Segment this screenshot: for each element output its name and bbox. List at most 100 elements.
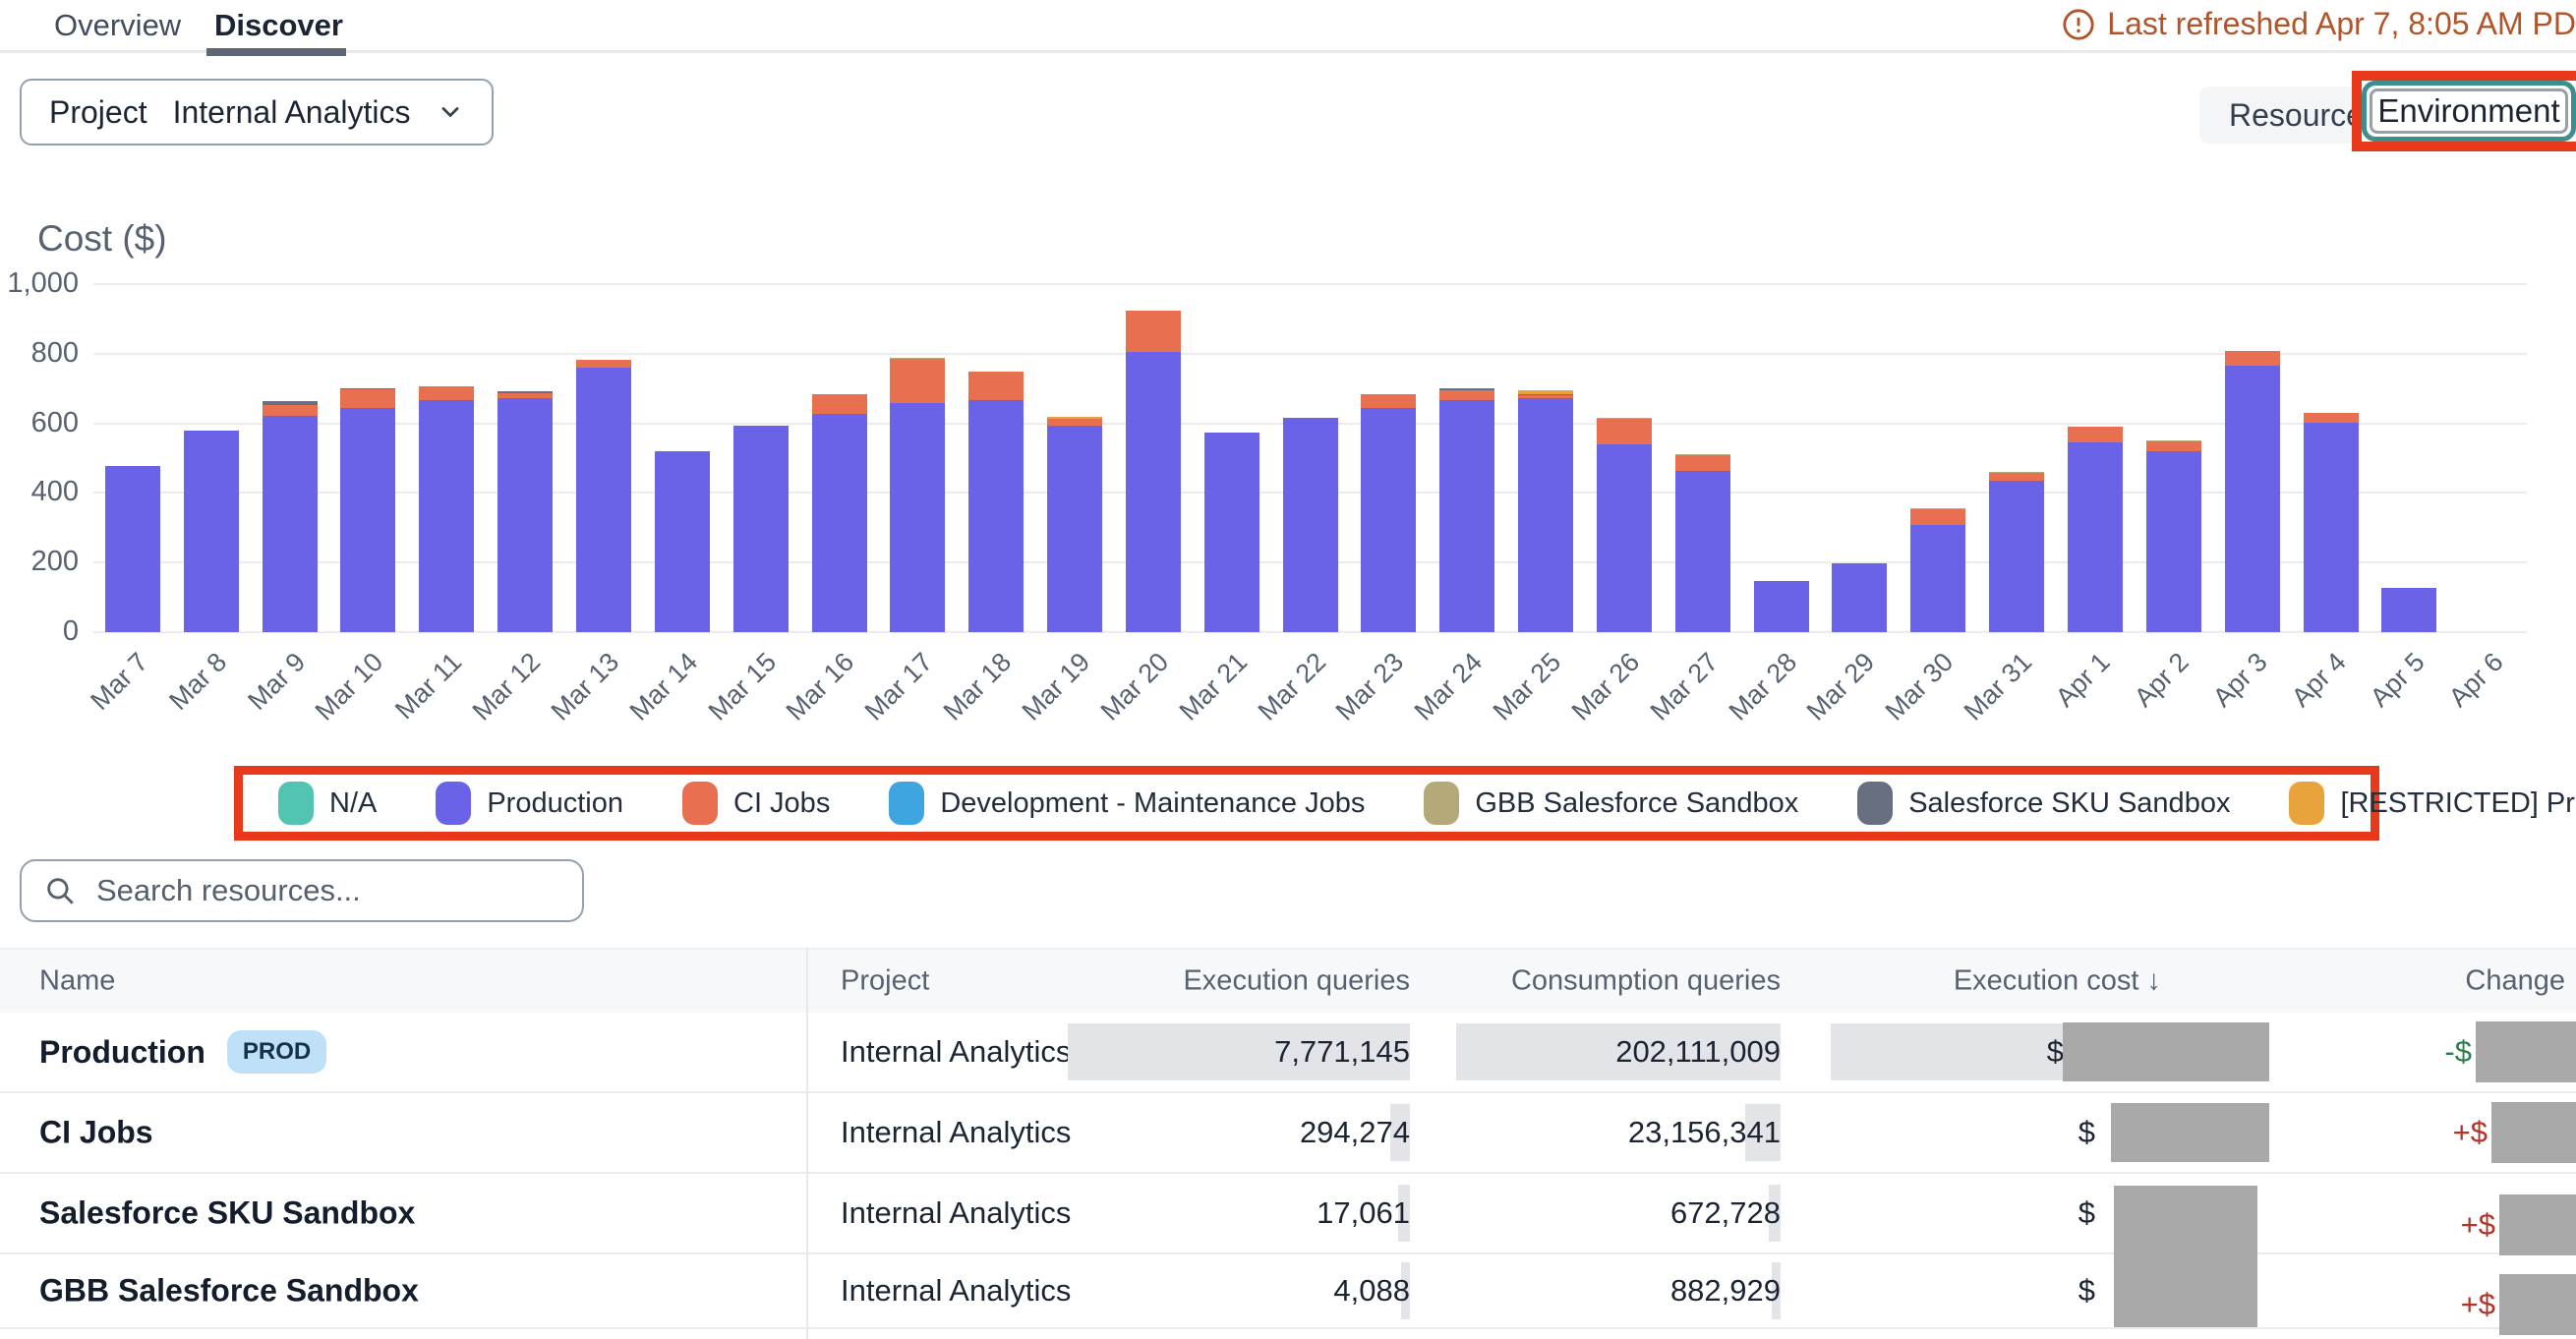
- redaction-box-change: [2491, 1102, 2576, 1163]
- x-axis-label: Apr 5: [2365, 647, 2431, 714]
- execution-queries-cell: 7,771,145: [1274, 1034, 1410, 1070]
- legend-item[interactable]: CI Jobs: [682, 782, 830, 825]
- bar-segment-production: [1597, 444, 1652, 633]
- stacked-bar[interactable]: [2381, 588, 2436, 632]
- x-axis-label: Mar 9: [242, 647, 312, 717]
- project-cell: Internal Analytics: [841, 1195, 1071, 1231]
- stacked-bar[interactable]: [105, 466, 160, 632]
- project-filter-dropdown[interactable]: Project Internal Analytics: [20, 79, 494, 146]
- stacked-bar[interactable]: [655, 451, 710, 632]
- legend-item[interactable]: Development - Maintenance Jobs: [889, 782, 1365, 825]
- stacked-bar[interactable]: [1989, 472, 2044, 632]
- stacked-bar[interactable]: [2225, 351, 2280, 632]
- legend-item[interactable]: [RESTRICTED] Prod XL -- Full-Refresh job…: [2289, 782, 2576, 825]
- legend-item[interactable]: Salesforce SKU Sandbox: [1857, 782, 2230, 825]
- resource-name[interactable]: GBB Salesforce Sandbox: [39, 1273, 419, 1310]
- stacked-bar[interactable]: [1361, 394, 1416, 632]
- legend-label: GBB Salesforce Sandbox: [1475, 787, 1798, 820]
- stacked-bar[interactable]: [2068, 427, 2123, 632]
- stacked-bar[interactable]: [1439, 388, 1494, 632]
- stacked-bar[interactable]: [1597, 418, 1652, 632]
- stacked-bar[interactable]: [1832, 563, 1887, 632]
- stacked-bar[interactable]: [498, 391, 553, 632]
- resource-name[interactable]: ProductionPROD: [39, 1030, 326, 1074]
- x-axis-label: Mar 7: [85, 647, 154, 717]
- bar-segment-production: [498, 398, 553, 632]
- stacked-bar[interactable]: [1283, 418, 1338, 632]
- legend-item[interactable]: GBB Salesforce Sandbox: [1424, 782, 1798, 825]
- table-column-divider: [806, 948, 808, 1339]
- stacked-bar[interactable]: [733, 426, 789, 632]
- column-header-project[interactable]: Project: [841, 965, 929, 998]
- bar-segment-ci_jobs: [1675, 455, 1730, 471]
- stacked-bar[interactable]: [968, 372, 1024, 632]
- environment-annotation-box: Environment: [2352, 71, 2576, 151]
- stacked-bar[interactable]: [419, 386, 474, 632]
- tab-discover[interactable]: Discover: [214, 8, 343, 43]
- column-header-execution-cost[interactable]: Execution cost ↓: [1954, 965, 2161, 998]
- bar-slot-mar-22: [1271, 284, 1350, 632]
- execution-queries-cell: 294,274: [1300, 1115, 1410, 1150]
- legend-item[interactable]: N/A: [278, 782, 377, 825]
- environment-toggle-button[interactable]: Environment: [2370, 88, 2568, 134]
- table-row[interactable]: ProductionPRODInternal Analytics7,771,14…: [0, 1013, 2576, 1093]
- column-header-name[interactable]: Name: [39, 965, 115, 998]
- bar-segment-production: [1910, 525, 1965, 632]
- project-filter-label: Project: [49, 94, 147, 131]
- environment-selected-border: Environment: [2362, 81, 2576, 142]
- stacked-bar[interactable]: [1126, 311, 1181, 632]
- resource-name-text: Production: [39, 1034, 205, 1071]
- stacked-bar[interactable]: [263, 401, 318, 632]
- search-input[interactable]: [96, 873, 560, 908]
- stacked-bar[interactable]: [184, 431, 239, 632]
- bar-segment-production: [1126, 352, 1181, 632]
- bar-segment-production: [1361, 408, 1416, 632]
- bar-segment-ci_jobs: [1361, 394, 1416, 407]
- stacked-bar[interactable]: [1518, 390, 1573, 632]
- table-row[interactable]: CI JobsInternal Analytics294,27423,156,3…: [0, 1093, 2576, 1174]
- search-box[interactable]: [20, 859, 584, 922]
- resource-name[interactable]: CI Jobs: [39, 1115, 153, 1151]
- stacked-bar[interactable]: [1047, 417, 1102, 632]
- bar-slot-mar-21: [1193, 284, 1271, 632]
- project-cell: Internal Analytics: [841, 1115, 1071, 1150]
- execution-cost-cell: $: [2078, 1115, 2095, 1150]
- y-axis-tick: 400: [0, 476, 79, 508]
- stacked-bar[interactable]: [1204, 433, 1259, 632]
- bar-segment-production: [1439, 400, 1494, 632]
- stacked-bar[interactable]: [2146, 440, 2201, 632]
- bar-segment-production: [1675, 471, 1730, 632]
- bar-segment-ci_jobs: [419, 386, 474, 400]
- execution-cost-cell: $: [2047, 1034, 2064, 1070]
- redaction-box-change: [2499, 1274, 2576, 1335]
- resource-name[interactable]: Salesforce SKU Sandbox: [39, 1195, 415, 1232]
- stacked-bar[interactable]: [1910, 508, 1965, 632]
- stacked-bar[interactable]: [1675, 454, 1730, 632]
- bar-segment-production: [1204, 433, 1259, 632]
- x-axis-label: Apr 3: [2207, 647, 2274, 714]
- alert-circle-icon: [2062, 8, 2095, 41]
- tab-overview[interactable]: Overview: [54, 8, 181, 43]
- change-cell-sign: +$: [2461, 1287, 2495, 1322]
- stacked-bar[interactable]: [576, 360, 631, 632]
- stacked-bar[interactable]: [340, 388, 395, 632]
- legend-swatch-ci_jobs: [682, 782, 718, 825]
- bar-slot-apr-5: [2370, 284, 2448, 632]
- column-header-consumption-queries[interactable]: Consumption queries: [1511, 965, 1781, 998]
- legend-swatch-production: [436, 782, 471, 825]
- bar-segment-production: [2068, 442, 2123, 632]
- legend-item[interactable]: Production: [436, 782, 623, 825]
- stacked-bar[interactable]: [2304, 413, 2359, 632]
- stacked-bar[interactable]: [1754, 581, 1809, 632]
- tab-bar: Overview Discover Last refreshed Apr 7, …: [0, 0, 2576, 53]
- stacked-bar[interactable]: [890, 358, 945, 632]
- stacked-bar[interactable]: [812, 394, 867, 632]
- column-header-change[interactable]: Change: [2465, 965, 2565, 998]
- legend-label: Production: [487, 787, 623, 820]
- bar-segment-ci_jobs: [576, 360, 631, 367]
- bar-segment-production: [340, 408, 395, 632]
- redaction-box-cost-rows-3-4: [2114, 1186, 2257, 1327]
- column-header-execution-queries[interactable]: Execution queries: [1183, 965, 1410, 998]
- bar-segment-ci_jobs: [1989, 473, 2044, 480]
- bar-segment-production: [733, 426, 789, 632]
